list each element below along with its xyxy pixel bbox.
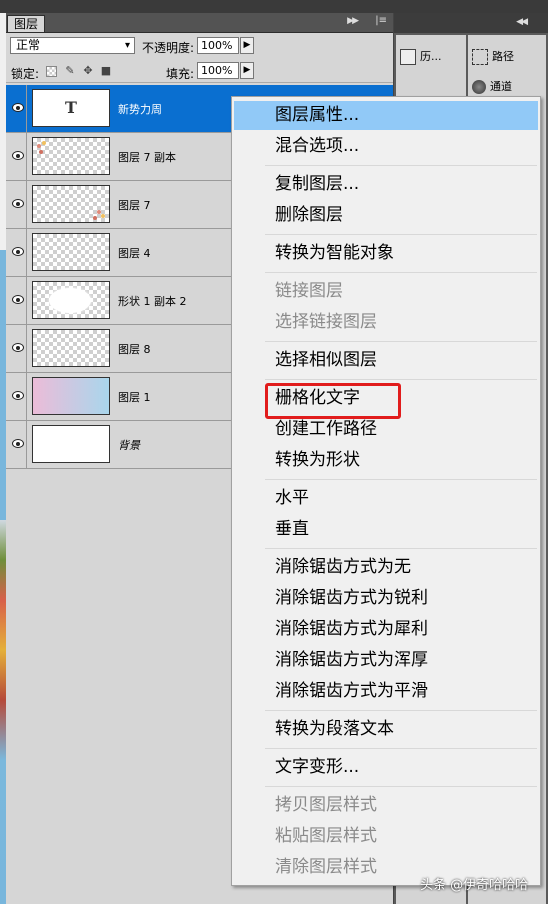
- menu-item-anti-alias-crisp[interactable]: 消除锯齿方式为犀利: [234, 615, 538, 644]
- lock-label: 锁定:: [11, 67, 40, 81]
- menu-item-convert-to-shape[interactable]: 转换为形状: [234, 446, 538, 475]
- collapse-icon[interactable]: ◀◀: [516, 17, 528, 27]
- lock-image-pixels-icon[interactable]: ✎: [64, 65, 76, 77]
- lock-all-icon[interactable]: ■: [100, 65, 112, 77]
- menu-separator: [265, 341, 537, 342]
- blend-mode-select[interactable]: 正常 ▾: [10, 37, 135, 54]
- blend-mode-value: 正常: [16, 38, 41, 52]
- menu-item-anti-alias-none[interactable]: 消除锯齿方式为无: [234, 553, 538, 582]
- layer-name: 背景: [118, 439, 140, 452]
- collapse-icon[interactable]: ▶▶: [347, 16, 359, 26]
- visibility-eye-icon[interactable]: [7, 85, 27, 132]
- menu-separator: [265, 548, 537, 549]
- lock-fill-row: 锁定: ✎ ✥ ■ 填充: 100% ▶: [6, 60, 393, 83]
- channels-icon: [472, 80, 486, 94]
- background-thumbnail: [32, 425, 110, 463]
- opacity-arrow-button[interactable]: ▶: [240, 37, 254, 54]
- menu-item-duplicate-layer[interactable]: 复制图层...: [234, 170, 538, 199]
- menu-separator: [265, 379, 537, 380]
- history-panel-button[interactable]: 历...: [400, 45, 442, 69]
- menu-item-copy-layer-style: 拷贝图层样式: [275, 795, 377, 815]
- watermark: 头条 @伊奇哈哈哈: [420, 878, 529, 893]
- fill-input[interactable]: 100%: [197, 62, 239, 79]
- layer-name: 形状 1 副本 2: [118, 295, 187, 308]
- panel-tab-bar: 图层 ▶▶ |≡: [6, 13, 393, 33]
- text-layer-thumbnail: T: [32, 89, 110, 127]
- menu-separator: [265, 165, 537, 166]
- visibility-eye-icon[interactable]: [7, 373, 27, 420]
- menu-item-convert-to-smart-object[interactable]: 转换为智能对象: [234, 239, 538, 268]
- layer-name: 图层 8: [118, 343, 151, 356]
- menu-item-select-linked-layers: 选择链接图层: [275, 312, 377, 332]
- menu-item-anti-alias-strong[interactable]: 消除锯齿方式为浑厚: [234, 646, 538, 675]
- highlight-callout-box: [265, 383, 401, 419]
- menu-item-vertical[interactable]: 垂直: [234, 515, 538, 544]
- layer-thumbnail: [32, 329, 110, 367]
- cloud-shape: [49, 288, 91, 313]
- menu-item-blending-options[interactable]: 混合选项...: [234, 132, 538, 161]
- layer-name: 图层 1: [118, 391, 151, 404]
- paths-label: 路径: [492, 50, 514, 63]
- menu-item-anti-alias-sharp[interactable]: 消除锯齿方式为锐利: [234, 584, 538, 613]
- menu-separator: [265, 748, 537, 749]
- menu-item-paste-layer-style: 粘贴图层样式: [275, 826, 377, 846]
- channels-label: 通道: [490, 80, 512, 93]
- opacity-label: 不透明度:: [142, 41, 195, 55]
- menu-item-link-layers: 链接图层: [275, 281, 343, 301]
- paths-panel-button[interactable]: 路径: [472, 45, 514, 69]
- panel-menu-icon[interactable]: |≡: [375, 15, 387, 26]
- layer-name: 图层 7 副本: [118, 151, 176, 164]
- fill-arrow-button[interactable]: ▶: [240, 62, 254, 79]
- visibility-eye-icon[interactable]: [7, 133, 27, 180]
- tab-layers[interactable]: 图层: [7, 15, 46, 32]
- opacity-input[interactable]: 100%: [197, 37, 239, 54]
- paths-icon: [472, 49, 488, 65]
- history-icon: [400, 49, 416, 65]
- lock-position-icon[interactable]: ✥: [82, 65, 94, 77]
- menu-item-convert-to-paragraph-text[interactable]: 转换为段落文本: [234, 715, 538, 744]
- menu-item-select-similar-layers[interactable]: 选择相似图层: [234, 346, 538, 375]
- lock-transparent-pixels-icon[interactable]: [46, 66, 57, 77]
- visibility-eye-icon[interactable]: [7, 181, 27, 228]
- layer-thumbnail: [32, 377, 110, 415]
- layer-name: 图层 4: [118, 247, 151, 260]
- menu-item-create-work-path[interactable]: 创建工作路径: [234, 415, 538, 444]
- menu-separator: [265, 786, 537, 787]
- layer-thumbnail: [32, 185, 110, 223]
- top-bar: [0, 0, 548, 13]
- visibility-eye-icon[interactable]: [7, 325, 27, 372]
- layer-name: 新势力周: [118, 103, 162, 116]
- menu-separator: [265, 272, 537, 273]
- layer-context-menu: 图层属性... 混合选项... 复制图层... 删除图层 转换为智能对象 链接图…: [231, 96, 541, 886]
- layer-thumbnail: [32, 137, 110, 175]
- menu-item-anti-alias-smooth[interactable]: 消除锯齿方式为平滑: [234, 677, 538, 706]
- dock-header: ◀◀: [394, 13, 548, 33]
- shape-layer-thumbnail: [32, 281, 110, 319]
- chevron-down-icon: ▾: [124, 40, 130, 51]
- visibility-eye-icon[interactable]: [7, 277, 27, 324]
- menu-separator: [265, 234, 537, 235]
- history-label: 历...: [420, 50, 442, 63]
- visibility-eye-icon[interactable]: [7, 229, 27, 276]
- menu-item-warp-text[interactable]: 文字变形...: [234, 753, 538, 782]
- visibility-eye-icon[interactable]: [7, 421, 27, 468]
- menu-separator: [265, 710, 537, 711]
- menu-item-layer-properties[interactable]: 图层属性...: [234, 101, 538, 130]
- menu-item-horizontal[interactable]: 水平: [234, 484, 538, 513]
- layer-name: 图层 7: [118, 199, 151, 212]
- fill-label: 填充:: [166, 67, 195, 81]
- layer-thumbnail: [32, 233, 110, 271]
- blend-options-row: 正常 ▾ 不透明度: 100% ▶: [6, 33, 393, 59]
- menu-item-delete-layer[interactable]: 删除图层: [234, 201, 538, 230]
- menu-separator: [265, 479, 537, 480]
